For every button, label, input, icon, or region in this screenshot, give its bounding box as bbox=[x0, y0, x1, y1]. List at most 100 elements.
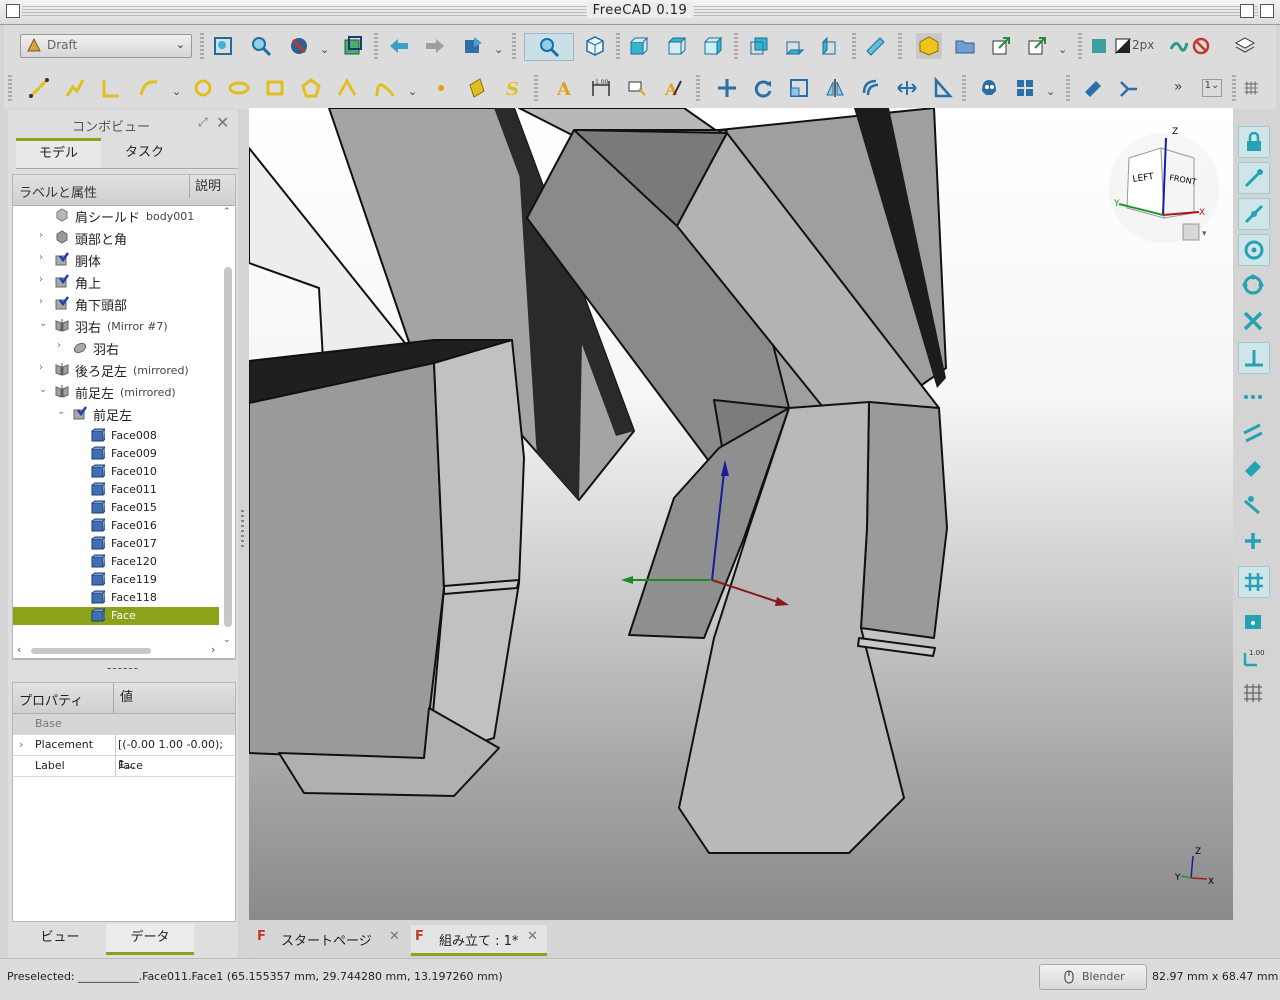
downgrade-tool-icon[interactable] bbox=[1116, 75, 1142, 101]
tree-item[interactable]: › 胴体 bbox=[13, 251, 219, 270]
zoom-icon[interactable] bbox=[524, 33, 574, 61]
navigation-style-button[interactable]: Blender bbox=[1039, 964, 1147, 990]
grid-icon[interactable] bbox=[1242, 75, 1260, 101]
snap-parallel-icon[interactable] bbox=[1238, 418, 1268, 448]
chevron-down-icon[interactable]: ⌄ bbox=[172, 85, 181, 98]
expand-icon[interactable]: › bbox=[39, 362, 43, 373]
tree-item-face[interactable]: Face011 bbox=[13, 481, 219, 499]
shapestring-tool-icon[interactable]: S bbox=[500, 75, 526, 101]
circle-tool-icon[interactable] bbox=[190, 75, 216, 101]
tree-item-face[interactable]: Face016 bbox=[13, 517, 219, 535]
snap-endpoint-icon[interactable] bbox=[1238, 162, 1270, 194]
rectangle-tool-icon[interactable] bbox=[262, 75, 288, 101]
fit-selection-icon[interactable] bbox=[248, 33, 274, 59]
scroll-up-icon[interactable]: ⌃ bbox=[223, 207, 231, 217]
tree-item-face[interactable]: Face119 bbox=[13, 571, 219, 589]
lower-leg-right-side[interactable] bbox=[860, 401, 948, 639]
property-value[interactable]: Face bbox=[115, 756, 143, 776]
navcube-menu-icon[interactable] bbox=[1182, 223, 1200, 241]
view-front-icon[interactable] bbox=[626, 33, 652, 59]
line-tool-icon[interactable] bbox=[26, 75, 52, 101]
view-left-icon[interactable] bbox=[818, 33, 844, 59]
expand-icon[interactable]: › bbox=[57, 340, 61, 351]
measure-distance-icon[interactable] bbox=[862, 33, 888, 59]
3d-viewport[interactable]: LEFT FRONT Z Y X ▾ Z Y X bbox=[249, 108, 1233, 920]
bezier-tool-icon[interactable] bbox=[372, 75, 398, 101]
tree-item-face[interactable]: Face118 bbox=[13, 589, 219, 607]
clone-tool-icon[interactable] bbox=[976, 75, 1002, 101]
bounding-box-icon[interactable] bbox=[340, 33, 366, 59]
macro-icon[interactable] bbox=[460, 33, 486, 59]
float-panel-icon[interactable]: ⤢ bbox=[198, 115, 208, 130]
tree-item-face[interactable]: Face008 bbox=[13, 427, 219, 445]
snap-center-icon[interactable] bbox=[1238, 234, 1270, 266]
chevron-down-icon[interactable]: ⌄ bbox=[1046, 85, 1055, 98]
forward-arrow-icon[interactable] bbox=[422, 33, 448, 59]
chevron-down-icon[interactable]: ⌄ bbox=[494, 43, 503, 56]
scroll-left-icon[interactable]: ‹ bbox=[17, 643, 21, 656]
panel-splitter[interactable]: ------ bbox=[8, 661, 238, 675]
tree-item-face[interactable]: Face bbox=[13, 607, 219, 625]
tab-task[interactable]: タスク bbox=[102, 138, 187, 168]
tree-item-face[interactable]: Face015 bbox=[13, 499, 219, 517]
view-bottom-icon[interactable] bbox=[782, 33, 808, 59]
wire-tool-icon[interactable] bbox=[62, 75, 88, 101]
snap-angle-icon[interactable] bbox=[1238, 270, 1268, 300]
toolbar-overflow-icon[interactable]: » bbox=[1174, 79, 1183, 95]
close-window-button[interactable] bbox=[1260, 4, 1274, 18]
tree-item[interactable]: › 角上 bbox=[13, 273, 219, 292]
ellipse-tool-icon[interactable] bbox=[226, 75, 252, 101]
scroll-thumb[interactable] bbox=[224, 267, 232, 627]
create-group-icon[interactable] bbox=[952, 33, 978, 59]
stretch-tool-icon[interactable] bbox=[894, 75, 920, 101]
close-tab-icon[interactable]: ✕ bbox=[527, 929, 538, 944]
annotation-style-icon[interactable]: A bbox=[660, 75, 686, 101]
navigation-cube[interactable]: LEFT FRONT Z Y X ▾ bbox=[1109, 127, 1219, 243]
arc-tool-icon[interactable] bbox=[136, 75, 162, 101]
layers-icon[interactable] bbox=[1232, 33, 1258, 59]
tree-item[interactable]: › 角下頭部 bbox=[13, 295, 219, 314]
tree-item-face[interactable]: Face009 bbox=[13, 445, 219, 463]
dock-splitter-handle[interactable] bbox=[241, 510, 244, 550]
create-part-icon[interactable] bbox=[916, 33, 942, 59]
view-rear-icon[interactable] bbox=[746, 33, 772, 59]
collapse-icon[interactable]: ⌄ bbox=[39, 318, 47, 329]
tab-model[interactable]: モデル bbox=[16, 138, 101, 168]
view-isometric-icon[interactable] bbox=[582, 33, 608, 59]
tree-item[interactable]: › 羽右 bbox=[13, 339, 219, 358]
close-panel-icon[interactable]: ✕ bbox=[216, 113, 229, 132]
autogroup-icon[interactable] bbox=[1168, 33, 1190, 59]
property-row-label[interactable]: Label Face bbox=[13, 756, 235, 777]
snap-intersection-icon[interactable] bbox=[1238, 306, 1268, 336]
snap-dimensions-icon[interactable]: 1.00 bbox=[1238, 642, 1268, 672]
draft2sketch-icon[interactable] bbox=[930, 75, 956, 101]
collapse-icon[interactable]: ⌄ bbox=[39, 384, 47, 395]
chevron-down-icon[interactable]: ⌄ bbox=[1058, 43, 1067, 56]
tree-item[interactable]: ⌄ 前足左 bbox=[13, 405, 219, 424]
scale-tool-icon[interactable] bbox=[786, 75, 812, 101]
face-color-icon[interactable] bbox=[1112, 33, 1134, 59]
facebinder-tool-icon[interactable] bbox=[464, 75, 490, 101]
workbench-selector[interactable]: Draft ⌄ bbox=[20, 34, 192, 58]
offset-tool-icon[interactable] bbox=[858, 75, 884, 101]
view-top-icon[interactable] bbox=[664, 33, 690, 59]
snap-extension-icon[interactable] bbox=[1238, 382, 1268, 412]
navcube-menu-arrow[interactable]: ▾ bbox=[1202, 229, 1207, 239]
dimension-tool-icon[interactable]: 1.00 bbox=[588, 75, 614, 101]
tree-item[interactable]: › 後ろ足左 (mirrored) bbox=[13, 361, 219, 380]
3d-scene[interactable]: LEFT FRONT Z Y X ▾ Z Y X bbox=[249, 108, 1233, 920]
point-tool-icon[interactable] bbox=[428, 75, 454, 101]
expand-icon[interactable]: › bbox=[39, 252, 43, 263]
hscroll-thumb[interactable] bbox=[31, 648, 151, 654]
snap-lock-icon[interactable] bbox=[1238, 126, 1270, 158]
property-column-value[interactable]: 値 bbox=[113, 683, 133, 713]
window-menu-button[interactable] bbox=[6, 4, 20, 18]
array-tool-icon[interactable] bbox=[1012, 75, 1038, 101]
tree-item[interactable]: › 頭部と角 bbox=[13, 229, 219, 248]
snap-midpoint-icon[interactable] bbox=[1238, 198, 1270, 230]
tree-header-label[interactable]: ラベルと属性 bbox=[19, 182, 97, 201]
fillet-tool-icon[interactable] bbox=[98, 75, 124, 101]
scroll-right-icon[interactable]: › bbox=[211, 643, 215, 656]
snap-perpendicular-icon[interactable] bbox=[1238, 342, 1270, 374]
line-width-field[interactable]: 2px bbox=[1132, 38, 1154, 52]
